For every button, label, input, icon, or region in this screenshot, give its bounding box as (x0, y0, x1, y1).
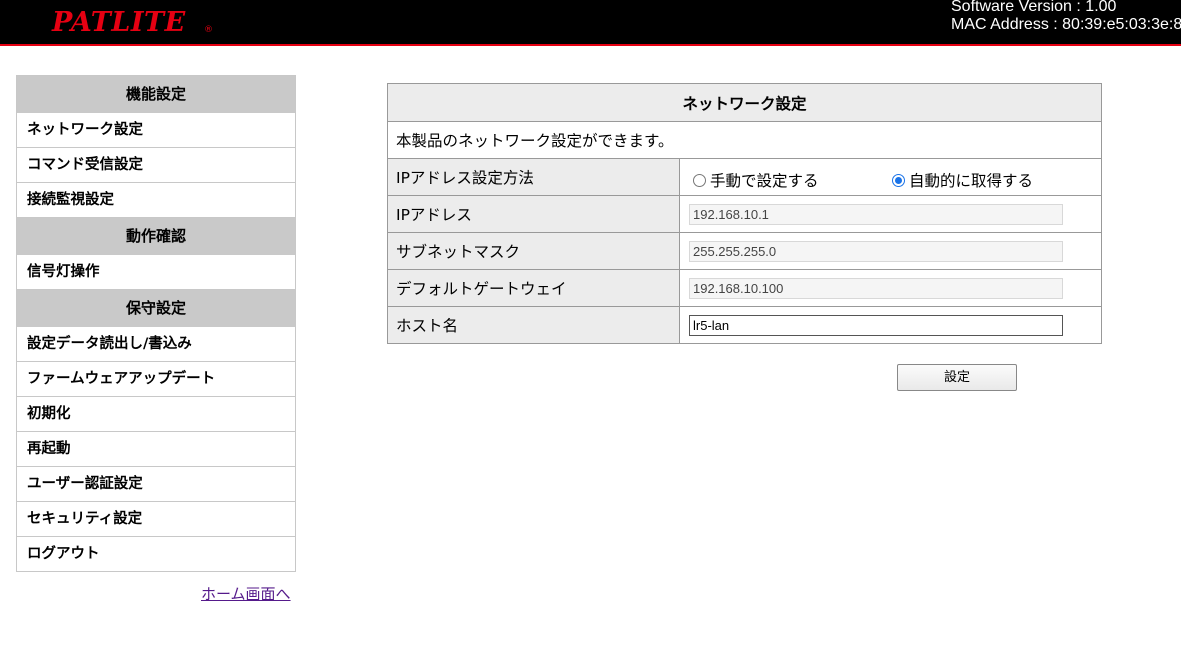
software-version: Software Version : 1.00 (951, 0, 1117, 15)
sidebar-item-connection-monitor-settings[interactable]: 接続監視設定 (17, 183, 295, 218)
network-settings-table: ネットワーク設定 本製品のネットワーク設定ができます。 IPアドレス設定方法 手… (387, 83, 1102, 344)
subnet-mask-field[interactable]: 255.255.255.0 (689, 240, 1063, 262)
mac-address: MAC Address : 80:39:e5:03:3e:8 (951, 16, 1181, 33)
subnet-mask-label: サブネットマスク (387, 232, 680, 270)
section-maintenance-settings: 保守設定 (17, 290, 295, 327)
radio-auto-circle[interactable] (892, 173, 905, 187)
radio-auto-label: 自動的に取得する (909, 172, 1034, 190)
sidebar-item-user-auth-settings[interactable]: ユーザー認証設定 (17, 467, 295, 502)
radio-manual-label: 手動で設定する (710, 172, 819, 190)
radio-manual-circle[interactable] (693, 173, 706, 187)
sidebar-item-logout[interactable]: ログアウト (17, 537, 295, 572)
top-header: PATLITE ® Software Version : 1.00 MAC Ad… (0, 0, 1181, 46)
section-operation-check: 動作確認 (17, 218, 295, 255)
radio-auto[interactable]: 自動的に取得する (892, 169, 1033, 191)
panel-title: ネットワーク設定 (387, 83, 1102, 122)
registered-mark: ® (204, 25, 213, 35)
ip-address-field[interactable]: 192.168.10.1 (689, 203, 1063, 225)
ip-method-label: IPアドレス設定方法 (387, 158, 680, 196)
apply-settings-button[interactable]: 設定 (897, 364, 1017, 391)
section-function-settings: 機能設定 (17, 76, 295, 113)
ip-address-label: IPアドレス (387, 195, 680, 233)
panel-description: 本製品のネットワーク設定ができます。 (387, 121, 1102, 159)
sidebar-item-command-receive-settings[interactable]: コマンド受信設定 (17, 148, 295, 183)
sidebar-item-initialize[interactable]: 初期化 (17, 397, 295, 432)
sidebar-item-restart[interactable]: 再起動 (17, 432, 295, 467)
default-gateway-label: デフォルトゲートウェイ (387, 269, 680, 307)
ip-method-options: 手動で設定する 自動的に取得する (679, 158, 1102, 196)
sidebar-item-security-settings[interactable]: セキュリティ設定 (17, 502, 295, 537)
patlite-logo: PATLITE (52, 7, 186, 38)
host-name-label: ホスト名 (387, 306, 680, 344)
home-link[interactable]: ホーム画面へ (201, 583, 291, 604)
sidebar-item-signal-light-operation[interactable]: 信号灯操作 (17, 255, 295, 290)
sidebar-menu: 機能設定 ネットワーク設定 コマンド受信設定 接続監視設定 動作確認 信号灯操作… (16, 75, 296, 572)
sidebar-item-config-read-write[interactable]: 設定データ読出し/書込み (17, 327, 295, 362)
radio-manual[interactable]: 手動で設定する (693, 169, 819, 191)
sidebar-item-network-settings[interactable]: ネットワーク設定 (17, 113, 295, 148)
sidebar-item-firmware-update[interactable]: ファームウェアアップデート (17, 362, 295, 397)
device-info: Software Version : 1.00 MAC Address : 80… (951, 0, 1181, 34)
default-gateway-field[interactable]: 192.168.10.100 (689, 277, 1063, 299)
host-name-field[interactable]: lr5-lan (689, 314, 1063, 336)
